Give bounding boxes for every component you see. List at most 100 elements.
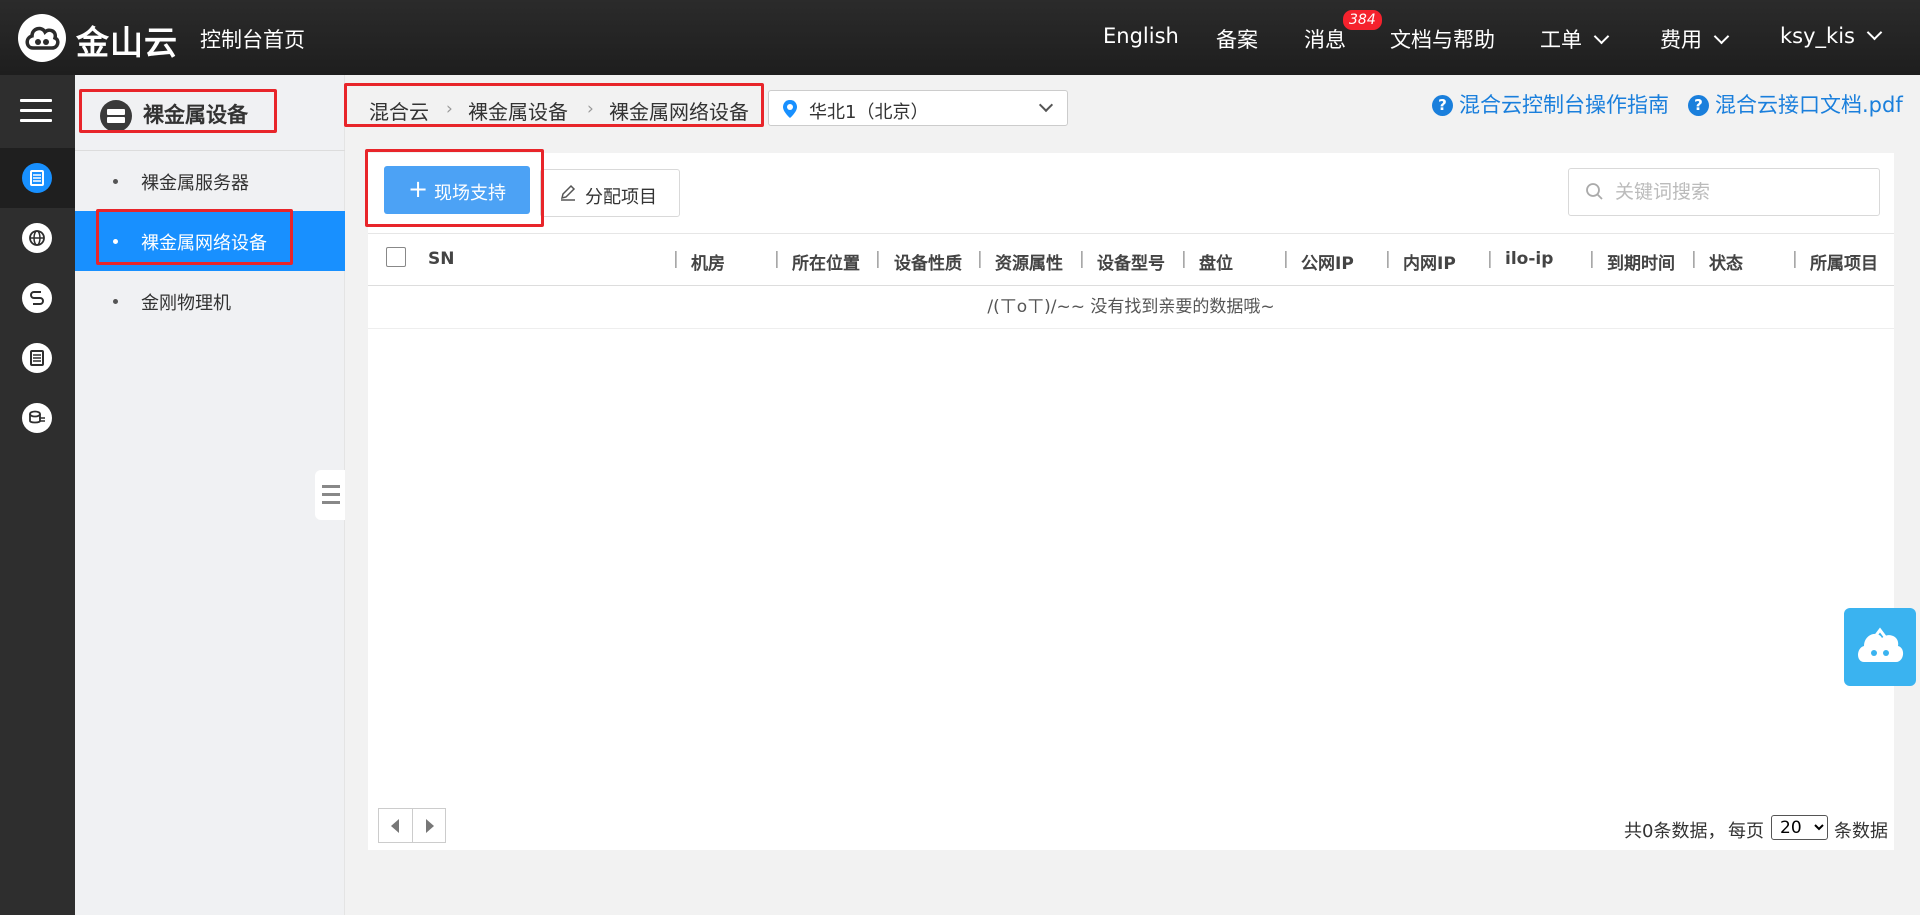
column-header-location[interactable]: 所在位置 [792,249,860,274]
server-icon [22,163,52,193]
column-header-disk-slots[interactable]: 盘位 [1199,249,1233,274]
billing-label: 费用 [1660,28,1702,52]
column-divider: | [1283,249,1289,269]
column-divider: | [1181,249,1187,269]
bare-metal-icon [100,100,132,132]
column-divider: | [875,249,881,269]
keyword-search-input[interactable] [1568,168,1880,216]
onsite-support-button[interactable]: + 现场支持 [384,166,530,214]
search-icon [1586,183,1603,200]
page-size-select[interactable]: 20 [1771,815,1828,840]
assign-project-label: 分配项目 [585,187,657,208]
user-menu[interactable]: ksy_kis [1780,24,1883,48]
column-divider: | [1691,249,1697,269]
rail-item-transfer[interactable] [0,268,75,328]
chevron-down-icon [1038,97,1054,113]
rail-item-network[interactable] [0,208,75,268]
globe-icon [22,223,52,253]
bullet-icon [113,179,118,184]
bullet-icon [113,299,118,304]
hamburger-menu-icon[interactable] [20,99,52,129]
pagination-controls [378,808,446,843]
column-divider: | [774,249,780,269]
secondary-sidebar: 裸金属设备 裸金属服务器 裸金属网络设备 金刚物理机 [75,75,345,915]
filing-link[interactable]: 备案 [1216,24,1258,54]
column-divider: | [1589,249,1595,269]
docs-help-link[interactable]: 文档与帮助 [1390,24,1495,54]
messages-count-badge: 384 [1343,10,1382,30]
bullet-icon [113,239,118,244]
chevron-down-icon [1593,28,1610,45]
console-guide-link[interactable]: ? 混合云控制台操作指南 [1432,89,1669,119]
chat-assistant-icon [1858,627,1904,662]
sidebar-item-label: 裸金属网络设备 [141,233,267,254]
sidebar-item-bare-metal-server[interactable]: 裸金属服务器 [75,151,345,211]
column-header-expiry-time[interactable]: 到期时间 [1607,249,1675,274]
top-navigation-bar: 金山云 控制台首页 English 备案 消息 384 文档与帮助 工单 费用 … [0,0,1920,75]
column-divider: | [673,249,679,269]
region-select[interactable]: 华北1（北京） [768,90,1068,126]
column-divider: | [1487,249,1493,269]
per-page-label: 每页 [1728,821,1764,842]
api-doc-text: 混合云接口文档.pdf [1715,93,1903,117]
records-unit-label: 条数据 [1834,821,1888,842]
column-header-device-model[interactable]: 设备型号 [1097,249,1165,274]
column-divider: | [1385,249,1391,269]
breadcrumb-current-page: 裸金属网络设备 [609,100,749,124]
sidebar-item-label: 金刚物理机 [141,293,231,314]
select-all-checkbox[interactable] [386,247,406,267]
chevron-down-icon [1866,24,1883,41]
breadcrumb-hybrid-cloud[interactable]: 混合云 [369,96,429,125]
english-link[interactable]: English [1103,24,1179,48]
sidebar-header: 裸金属设备 [75,75,345,151]
rail-item-storage[interactable] [0,328,75,388]
transfer-icon [22,283,52,313]
api-doc-link[interactable]: ? 混合云接口文档.pdf [1688,89,1903,119]
question-icon: ? [1688,95,1709,116]
edit-pen-icon [560,184,576,201]
column-divider: | [1079,249,1085,269]
column-divider: | [1792,249,1798,269]
user-name: ksy_kis [1780,24,1855,48]
location-pin-icon [783,100,797,118]
column-header-status[interactable]: 状态 [1709,249,1743,274]
column-header-public-ip[interactable]: 公网IP [1301,249,1354,274]
plus-icon: + [408,175,429,203]
billing-menu[interactable]: 费用 [1660,24,1730,54]
chevron-down-icon [1713,28,1730,45]
database-icon [22,403,52,433]
brand-name[interactable]: 金山云 [76,16,178,64]
product-icon-rail [0,75,75,915]
column-divider: | [977,249,983,269]
breadcrumb-bare-metal-device[interactable]: 裸金属设备 [468,96,568,125]
column-header-resource-attribute[interactable]: 资源属性 [995,249,1063,274]
sidebar-item-king-kong-physical-machine[interactable]: 金刚物理机 [75,271,345,331]
column-header-device-nature[interactable]: 设备性质 [894,249,962,274]
tickets-menu[interactable]: 工单 [1540,24,1610,54]
rail-item-database[interactable] [0,388,75,448]
sidebar-title: 裸金属设备 [143,103,248,127]
empty-table-message: /(ㄒoㄒ)/~~ 没有找到亲要的数据哦~ [368,287,1894,329]
sidebar-collapse-icon[interactable] [315,470,345,520]
previous-page-icon[interactable] [391,819,399,833]
chevron-right-icon: › [587,99,594,119]
column-header-private-ip[interactable]: 内网IP [1403,249,1456,274]
sidebar-item-label: 裸金属服务器 [141,173,249,194]
column-header-project[interactable]: 所属项目 [1810,249,1878,274]
customer-service-button[interactable] [1844,608,1916,686]
column-header-sn[interactable]: SN [428,249,454,269]
region-selected-value: 华北1（北京） [809,102,929,123]
kingsoft-cloud-logo-icon[interactable] [18,14,66,62]
column-header-machine-room[interactable]: 机房 [691,249,725,274]
assign-project-button[interactable]: 分配项目 [540,169,680,217]
rail-item-bare-metal[interactable] [0,148,75,208]
document-list-icon [22,343,52,373]
column-header-ilo-ip[interactable]: ilo-ip [1505,249,1553,269]
messages-link[interactable]: 消息 [1304,24,1346,54]
next-page-icon[interactable] [426,819,434,833]
console-guide-text: 混合云控制台操作指南 [1459,93,1669,117]
chevron-right-icon: › [446,99,453,119]
sidebar-item-bare-metal-network-device[interactable]: 裸金属网络设备 [75,211,345,271]
console-home-link[interactable]: 控制台首页 [200,24,305,54]
question-icon: ? [1432,95,1453,116]
